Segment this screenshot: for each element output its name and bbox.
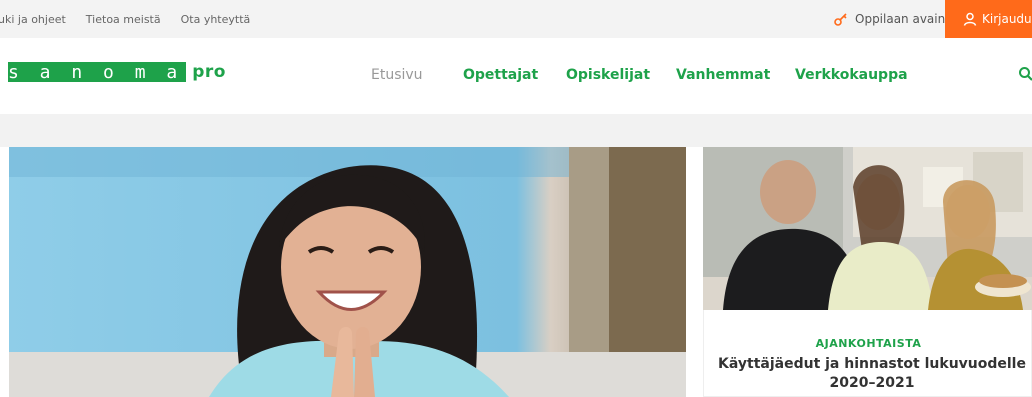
utility-links: uki ja ohjeet Tietoa meistä Ota yhteyttä <box>0 0 270 38</box>
nav-item-verkkokauppa[interactable]: Verkkokauppa <box>795 67 908 83</box>
sanoma-pro-logo[interactable]: s a n o m a pro <box>8 62 226 83</box>
news-card-body: AJANKOHTAISTA Käyttäjäedut ja hinnastot … <box>703 310 1032 397</box>
spacer-band <box>0 114 1032 147</box>
login-label: Kirjaudu <box>982 12 1032 26</box>
student-key-link[interactable]: Oppilaan avain <box>833 0 945 38</box>
login-button[interactable]: Kirjaudu <box>945 0 1032 38</box>
hero-image[interactable] <box>9 147 686 397</box>
news-card[interactable]: AJANKOHTAISTA Käyttäjäedut ja hinnastot … <box>703 147 1032 397</box>
main-navbar: s a n o m a pro Etusivu Opettajat Opiske… <box>0 38 1032 114</box>
utility-link-help[interactable]: uki ja ohjeet <box>0 13 66 26</box>
classroom-photo <box>703 147 1032 310</box>
nav-item-opiskelijat[interactable]: Opiskelijat <box>566 67 650 83</box>
nav-item-vanhemmat[interactable]: Vanhemmat <box>676 67 770 83</box>
news-category: AJANKOHTAISTA <box>815 337 922 350</box>
utility-link-about[interactable]: Tietoa meistä <box>86 13 161 26</box>
logo-suffix: pro <box>192 62 226 82</box>
utility-link-contact[interactable]: Ota yhteyttä <box>181 13 251 26</box>
key-icon <box>834 13 847 26</box>
news-title[interactable]: Käyttäjäedut ja hinnastot lukuvuodelle 2… <box>714 355 1030 393</box>
logo-wordmark: s a n o m a <box>8 62 187 83</box>
hero-girl-photo <box>9 147 686 397</box>
student-key-label: Oppilaan avain <box>855 12 946 26</box>
nav-item-opettajat[interactable]: Opettajat <box>463 67 538 83</box>
nav-item-etusivu[interactable]: Etusivu <box>371 67 423 83</box>
user-icon <box>963 12 977 26</box>
top-utility-bar: uki ja ohjeet Tietoa meistä Ota yhteyttä… <box>0 0 1032 38</box>
news-card-image <box>703 147 1032 310</box>
search-icon[interactable] <box>1018 66 1032 82</box>
